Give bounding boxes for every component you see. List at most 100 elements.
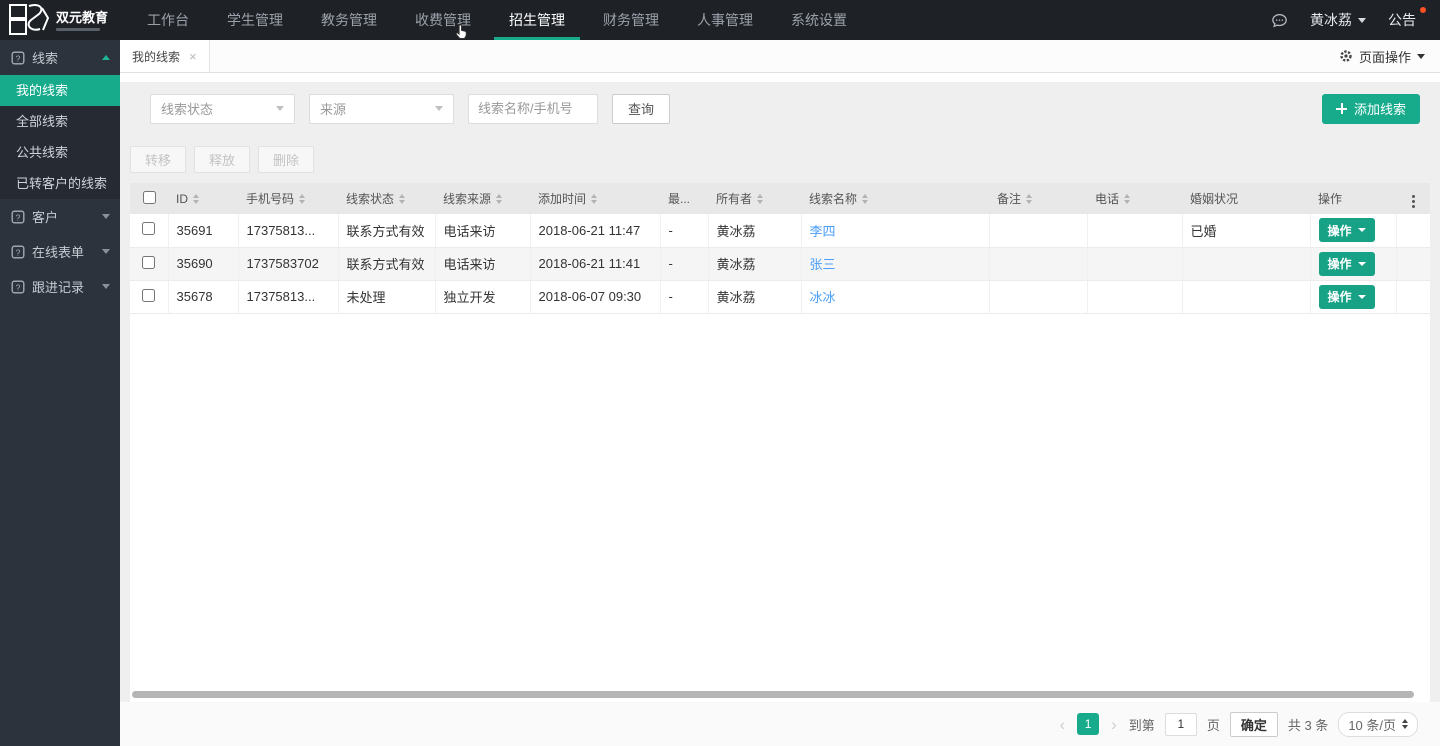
sidebar-item-my-leads[interactable]: 我的线索	[0, 75, 120, 106]
bulk-action-bar: 转移 释放 删除	[130, 135, 1430, 183]
app-logo[interactable]: 双元教育	[0, 0, 128, 40]
next-page-button[interactable]: ›	[1109, 716, 1119, 733]
lead-name-link[interactable]: 冰冰	[810, 290, 836, 305]
sort-icon	[496, 194, 502, 204]
main-menu: 工作台 学生管理 教务管理 收费管理 招生管理 财务管理 人事管理 系统设置	[128, 0, 866, 40]
sort-icon	[862, 194, 868, 204]
leads-table: ID 手机号码 线索状态 线索来源 添加时间 最... 所有者 线索名称 备注 …	[130, 183, 1430, 702]
select-all-checkbox[interactable]	[143, 191, 156, 204]
col-header-marital: 婚姻状况	[1182, 183, 1310, 214]
row-action-button[interactable]: 操作	[1319, 285, 1375, 309]
logo-title: 双元教育	[56, 10, 108, 25]
lead-status-select[interactable]: 线索状态	[150, 94, 295, 124]
table-row: 35691 17375813... 联系方式有效 电话来访 2018-06-21…	[130, 214, 1430, 247]
add-lead-button[interactable]: 添加线索	[1322, 94, 1420, 124]
col-header-source[interactable]: 线索来源	[435, 183, 530, 214]
row-checkbox[interactable]	[142, 289, 155, 302]
nav-item-workbench[interactable]: 工作台	[128, 0, 208, 40]
chevron-down-icon	[1358, 262, 1366, 266]
row-action-button[interactable]: 操作	[1319, 252, 1375, 276]
sidebar-section-followups[interactable]: ? 跟进记录	[0, 269, 120, 304]
page-size-select[interactable]: 10 条/页	[1338, 712, 1418, 737]
sidebar-item-public-leads[interactable]: 公共线索	[0, 137, 120, 168]
notification-dot	[1420, 7, 1426, 13]
nav-item-fees[interactable]: 收费管理	[396, 0, 490, 40]
gear-icon	[1339, 49, 1353, 63]
svg-text:?: ?	[16, 247, 21, 257]
col-header-note[interactable]: 备注	[989, 183, 1087, 214]
chevron-down-icon	[1358, 228, 1366, 232]
delete-button[interactable]: 删除	[258, 146, 314, 173]
col-header-phone[interactable]: 手机号码	[238, 183, 338, 214]
nav-item-academic[interactable]: 教务管理	[302, 0, 396, 40]
release-button[interactable]: 释放	[194, 146, 250, 173]
col-header-status[interactable]: 线索状态	[338, 183, 435, 214]
tab-bar: 我的线索 × 页面操作	[120, 40, 1440, 73]
sidebar-item-converted-leads[interactable]: 已转客户的线索	[0, 168, 120, 199]
col-header-lead-name[interactable]: 线索名称	[801, 183, 989, 214]
transfer-button[interactable]: 转移	[130, 146, 186, 173]
table-row: 35690 1737583702 联系方式有效 电话来访 2018-06-21 …	[130, 247, 1430, 280]
col-header-added-time[interactable]: 添加时间	[530, 183, 660, 214]
chevron-up-icon	[102, 55, 110, 60]
col-header-tel[interactable]: 电话	[1087, 183, 1182, 214]
pagination-bar: ‹ 1 › 到第 页 确定 共 3 条 10 条/页	[120, 702, 1440, 746]
chevron-down-icon	[1358, 295, 1366, 299]
nav-item-students[interactable]: 学生管理	[208, 0, 302, 40]
tab-my-leads[interactable]: 我的线索 ×	[120, 40, 210, 72]
close-icon[interactable]: ×	[189, 50, 197, 63]
svg-text:?: ?	[16, 53, 21, 63]
sort-icon	[1124, 194, 1130, 204]
plus-icon	[1336, 103, 1347, 114]
lead-name-link[interactable]: 张三	[810, 257, 836, 272]
sort-icon	[193, 194, 199, 204]
row-checkbox[interactable]	[142, 256, 155, 269]
row-checkbox[interactable]	[142, 222, 155, 235]
user-menu[interactable]: 黄冰荔	[1310, 10, 1366, 30]
sidebar-section-leads[interactable]: ? 线索	[0, 40, 120, 75]
sidebar-section-online-forms[interactable]: ? 在线表单	[0, 234, 120, 269]
announcements-link[interactable]: 公告	[1388, 10, 1422, 30]
table-row: 35678 17375813... 未处理 独立开发 2018-06-07 09…	[130, 280, 1430, 313]
nav-item-finance[interactable]: 财务管理	[584, 0, 678, 40]
message-icon[interactable]	[1271, 13, 1288, 28]
page-actions-button[interactable]: 页面操作	[1324, 40, 1440, 72]
col-header-recent[interactable]: 最...	[660, 183, 708, 214]
page-number-1[interactable]: 1	[1077, 713, 1099, 735]
lead-name-link[interactable]: 李四	[810, 224, 836, 239]
sidebar-section-customers[interactable]: ? 客户	[0, 199, 120, 234]
chevron-down-icon	[102, 214, 110, 219]
col-header-owner[interactable]: 所有者	[708, 183, 801, 214]
topnav-right: 黄冰荔 公告	[1271, 0, 1440, 40]
sort-icon	[757, 194, 763, 204]
chevron-down-icon	[1358, 18, 1366, 23]
search-button[interactable]: 查询	[612, 94, 670, 124]
goto-prefix-label: 到第	[1129, 715, 1155, 734]
confirm-button[interactable]: 确定	[1230, 712, 1278, 737]
goto-page-input[interactable]	[1165, 713, 1197, 736]
chevron-down-icon	[102, 249, 110, 254]
leads-menu-icon: ?	[11, 51, 25, 65]
col-header-id[interactable]: ID	[168, 183, 238, 214]
nav-item-settings[interactable]: 系统设置	[772, 0, 866, 40]
chevron-down-icon	[102, 284, 110, 289]
sort-icon	[299, 194, 305, 204]
nav-item-admissions[interactable]: 招生管理	[490, 0, 584, 40]
table-header-row: ID 手机号码 线索状态 线索来源 添加时间 最... 所有者 线索名称 备注 …	[130, 183, 1430, 214]
goto-suffix-label: 页	[1207, 715, 1220, 734]
customers-menu-icon: ?	[11, 210, 25, 224]
total-count-label: 共 3 条	[1288, 715, 1328, 734]
chevron-down-icon	[276, 106, 284, 111]
prev-page-button[interactable]: ‹	[1057, 716, 1067, 733]
keyword-input[interactable]	[468, 94, 598, 124]
sort-icon	[591, 194, 597, 204]
horizontal-scrollbar[interactable]	[132, 691, 1414, 698]
source-select[interactable]: 来源	[309, 94, 454, 124]
online-forms-menu-icon: ?	[11, 245, 25, 259]
svg-text:?: ?	[16, 282, 21, 292]
column-settings-icon[interactable]	[1408, 193, 1419, 210]
nav-item-hr[interactable]: 人事管理	[678, 0, 772, 40]
row-action-button[interactable]: 操作	[1319, 218, 1375, 242]
sidebar-item-all-leads[interactable]: 全部线索	[0, 106, 120, 137]
chevron-down-icon	[435, 106, 443, 111]
